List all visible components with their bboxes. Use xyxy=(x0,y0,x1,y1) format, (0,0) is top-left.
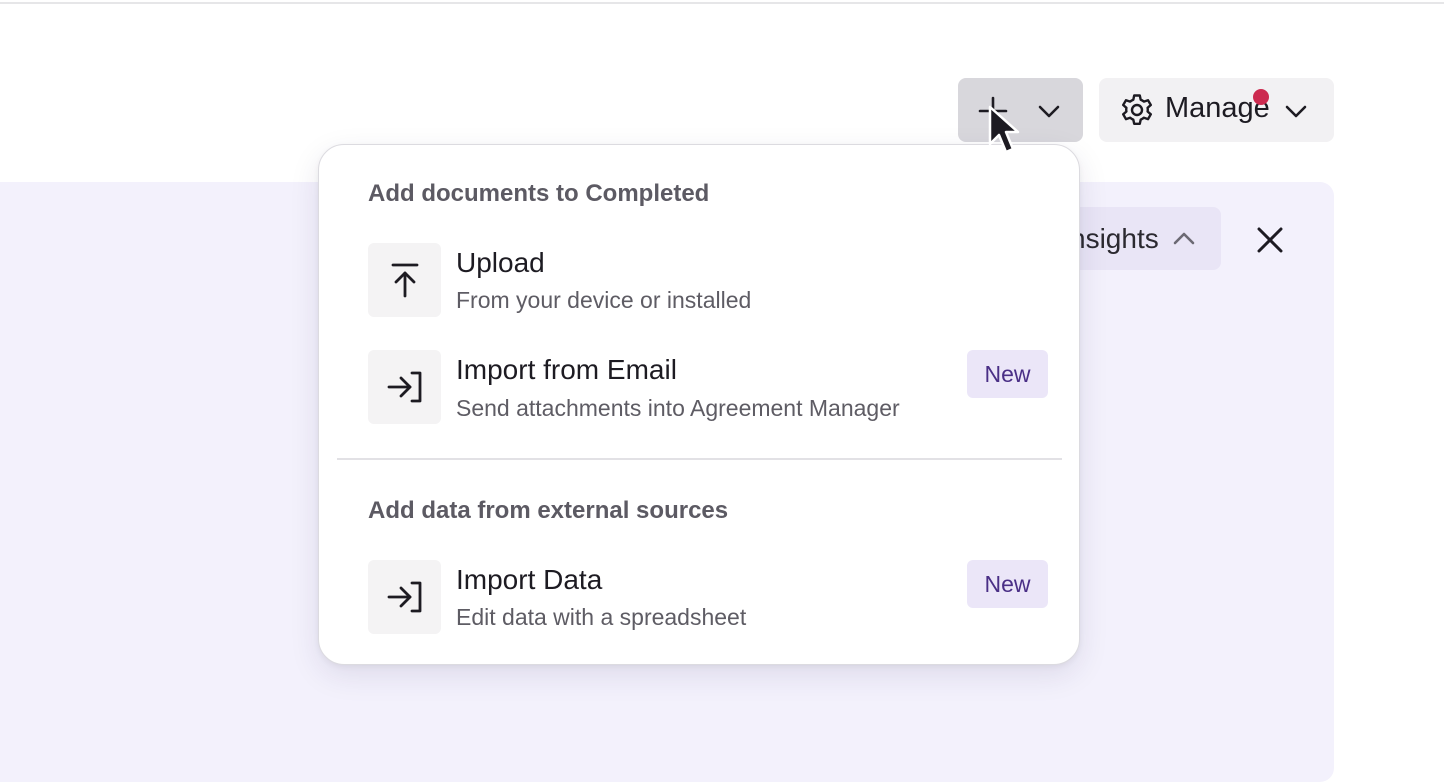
menu-item-import-from-email[interactable]: Import from Email Send attachments into … xyxy=(368,350,1048,426)
import-icon-box xyxy=(368,350,441,424)
insights-label: nsights xyxy=(1070,222,1159,254)
upload-icon xyxy=(391,263,418,298)
menu-item-title: Import from Email xyxy=(456,354,677,385)
import-icon xyxy=(387,581,421,613)
chevron-down-icon xyxy=(1038,105,1060,118)
manage-button[interactable]: Manage xyxy=(1099,78,1334,142)
menu-divider xyxy=(337,458,1062,460)
top-divider xyxy=(0,0,1444,4)
section-heading-documents: Add documents to Completed xyxy=(368,180,710,207)
menu-item-import-data[interactable]: Import Data Edit data with a spreadsheet… xyxy=(368,560,1048,636)
menu-item-upload[interactable]: Upload From your device or installed xyxy=(368,243,1048,319)
menu-item-description: From your device or installed xyxy=(456,287,752,313)
section-heading-external: Add data from external sources xyxy=(368,497,729,524)
import-icon xyxy=(387,371,421,403)
add-button[interactable] xyxy=(958,78,1083,142)
chevron-down-icon xyxy=(1285,105,1307,118)
notification-dot xyxy=(1253,89,1269,105)
menu-item-description: Send attachments into Agreement Manager xyxy=(456,395,900,421)
menu-item-title: Upload xyxy=(456,247,545,278)
add-dropdown-menu: Add documents to Completed Upload From y… xyxy=(318,144,1080,665)
upload-icon-box xyxy=(368,243,441,317)
import-icon-box xyxy=(368,560,441,634)
close-panel-button[interactable] xyxy=(1250,220,1290,260)
new-badge: New xyxy=(967,560,1048,608)
plus-icon xyxy=(978,96,1008,126)
new-badge: New xyxy=(967,350,1048,398)
menu-item-title: Import Data xyxy=(456,564,603,595)
gear-icon xyxy=(1122,94,1152,125)
chevron-up-icon xyxy=(1173,232,1195,244)
close-icon xyxy=(1257,227,1283,253)
menu-item-description: Edit data with a spreadsheet xyxy=(456,604,747,630)
